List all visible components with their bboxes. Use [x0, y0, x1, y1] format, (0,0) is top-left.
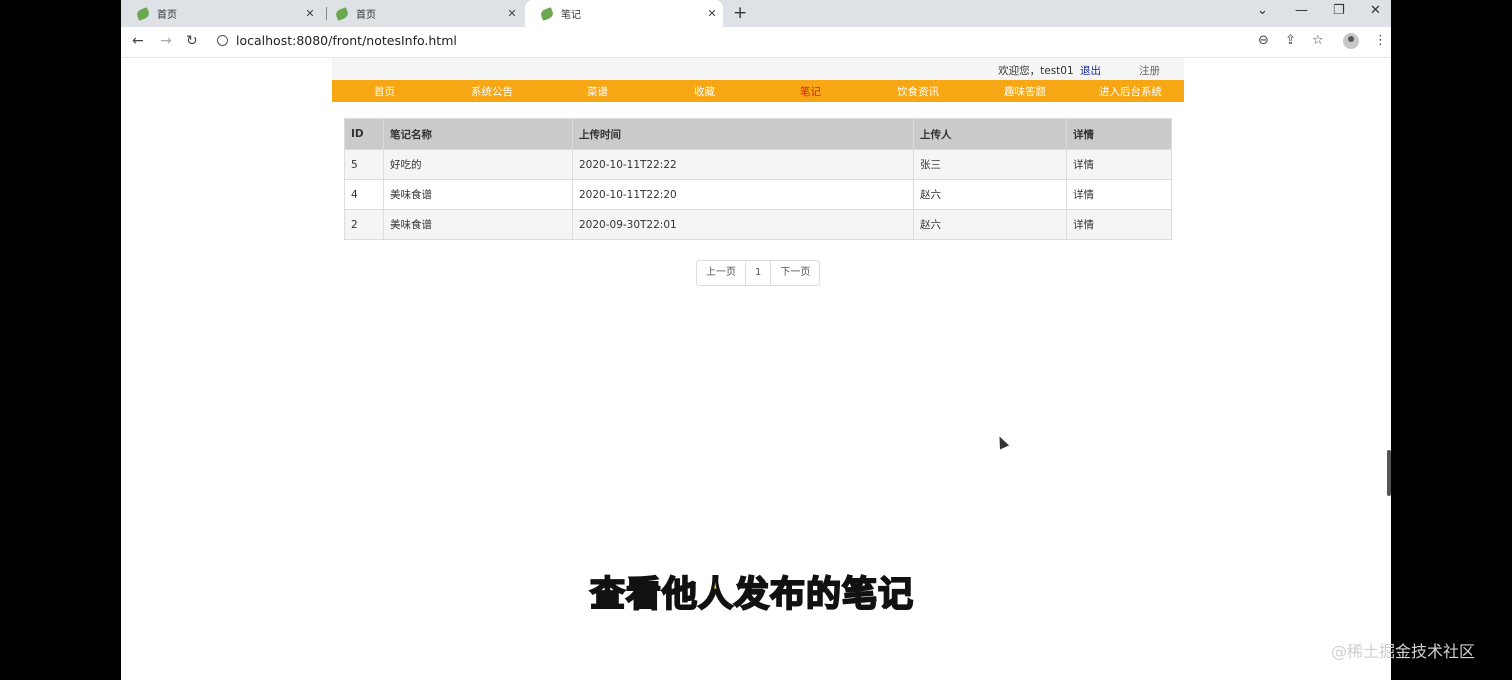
leaf-icon [135, 6, 151, 21]
leaf-icon [539, 6, 555, 21]
minimize-icon[interactable]: — [1295, 3, 1308, 18]
cell-time: 2020-09-30T22:01 [572, 209, 914, 240]
close-icon[interactable]: ✕ [505, 7, 519, 20]
browser-toolbar: ← → ↻ localhost:8080/front/notesInfo.htm… [121, 27, 1391, 58]
reload-icon[interactable]: ↻ [186, 33, 198, 49]
new-tab-icon[interactable]: + [733, 3, 747, 23]
welcome-area: 欢迎您，test01 退出 [998, 63, 1101, 78]
tab-bar: 首页 ✕ 首页 ✕ 笔记 ✕ + ⌄ — ❐ ✕ [121, 0, 1391, 27]
col-header-name: 笔记名称 [383, 118, 573, 150]
col-header-id: ID [344, 118, 384, 150]
url-text: localhost:8080/front/notesInfo.html [236, 33, 457, 48]
cell-id: 2 [344, 209, 384, 240]
cell-name: 好吃的 [383, 149, 573, 180]
cell-name: 美味食谱 [383, 179, 573, 210]
tab-title: 笔记 [561, 10, 581, 21]
window-close-icon[interactable]: ✕ [1370, 3, 1381, 18]
nav-item-diet-news[interactable]: 饮食资讯 [897, 84, 939, 99]
mouse-cursor-icon [994, 434, 1010, 450]
cell-time: 2020-10-11T22:20 [572, 179, 914, 210]
close-icon[interactable]: ✕ [303, 7, 317, 20]
tab-search-icon[interactable]: ⌄ [1257, 3, 1268, 18]
welcome-text: 欢迎您，test01 [998, 65, 1074, 77]
address-bar[interactable]: localhost:8080/front/notesInfo.html [217, 33, 457, 48]
main-nav: 首页 系统公告 菜谱 收藏 笔记 饮食资讯 趣味答题 进入后台系统 [332, 80, 1184, 102]
menu-kebab-icon[interactable]: ⋮ [1374, 33, 1387, 48]
notes-table: ID 笔记名称 上传时间 上传人 详情 5 好吃的 2020-10-11T22:… [344, 118, 1172, 240]
col-header-uploader: 上传人 [913, 118, 1067, 150]
nav-item-favorites[interactable]: 收藏 [694, 84, 715, 99]
cell-id: 4 [344, 179, 384, 210]
watermark-text: @稀土掘金技术社区 [1331, 642, 1476, 661]
tab-title: 首页 [356, 10, 376, 21]
tab-notes[interactable]: 笔记 ✕ [525, 0, 723, 27]
profile-avatar-icon[interactable] [1343, 33, 1359, 49]
zoom-icon[interactable]: ⊖ [1258, 33, 1269, 48]
web-page: 欢迎您，test01 退出 注册 首页 系统公告 菜谱 收藏 笔记 饮食资讯 趣… [332, 58, 1184, 286]
nav-item-admin[interactable]: 进入后台系统 [1099, 84, 1162, 99]
nav-item-home[interactable]: 首页 [374, 84, 395, 99]
share-icon[interactable]: ⇪ [1285, 33, 1296, 48]
logout-link[interactable]: 退出 [1080, 65, 1101, 77]
leaf-icon [334, 6, 350, 21]
detail-link[interactable]: 详情 [1066, 179, 1172, 210]
tab-home-1[interactable]: 首页 ✕ [121, 0, 321, 27]
nav-item-quiz[interactable]: 趣味答题 [1004, 84, 1046, 99]
nav-item-announcements[interactable]: 系统公告 [471, 84, 513, 99]
table-row: 4 美味食谱 2020-10-11T22:20 赵六 详情 [344, 179, 1172, 210]
table-header-row: ID 笔记名称 上传时间 上传人 详情 [344, 118, 1172, 150]
back-icon[interactable]: ← [132, 33, 144, 49]
cell-uploader: 赵六 [913, 179, 1067, 210]
col-header-time: 上传时间 [572, 118, 914, 150]
prev-page-button[interactable]: 上一页 [697, 261, 746, 285]
next-page-button[interactable]: 下一页 [771, 261, 819, 285]
table-row: 5 好吃的 2020-10-11T22:22 张三 详情 [344, 149, 1172, 180]
restore-icon[interactable]: ❐ [1333, 3, 1345, 18]
detail-link[interactable]: 详情 [1066, 149, 1172, 180]
cell-name: 美味食谱 [383, 209, 573, 240]
cell-uploader: 赵六 [913, 209, 1067, 240]
register-link[interactable]: 注册 [1139, 63, 1160, 78]
site-info-icon[interactable] [217, 35, 228, 46]
pagination: 上一页 1 下一页 [696, 260, 821, 286]
cell-id: 5 [344, 149, 384, 180]
tab-home-2[interactable]: 首页 ✕ [320, 0, 523, 27]
cell-time: 2020-10-11T22:22 [572, 149, 914, 180]
tab-title: 首页 [157, 10, 177, 21]
table-row: 2 美味食谱 2020-09-30T22:01 赵六 详情 [344, 209, 1172, 240]
nav-item-recipes[interactable]: 菜谱 [587, 84, 608, 99]
scrollbar-thumb[interactable] [1387, 450, 1391, 496]
video-subtitle: 查看他人发布的笔记 [589, 574, 915, 616]
detail-link[interactable]: 详情 [1066, 209, 1172, 240]
top-user-bar: 欢迎您，test01 退出 注册 [332, 58, 1184, 80]
nav-item-notes[interactable]: 笔记 [800, 84, 821, 99]
close-icon[interactable]: ✕ [705, 7, 719, 20]
page-number-button[interactable]: 1 [746, 261, 772, 285]
col-header-detail: 详情 [1066, 118, 1172, 150]
cell-uploader: 张三 [913, 149, 1067, 180]
bookmark-star-icon[interactable]: ☆ [1312, 33, 1324, 48]
forward-icon[interactable]: → [160, 33, 172, 49]
